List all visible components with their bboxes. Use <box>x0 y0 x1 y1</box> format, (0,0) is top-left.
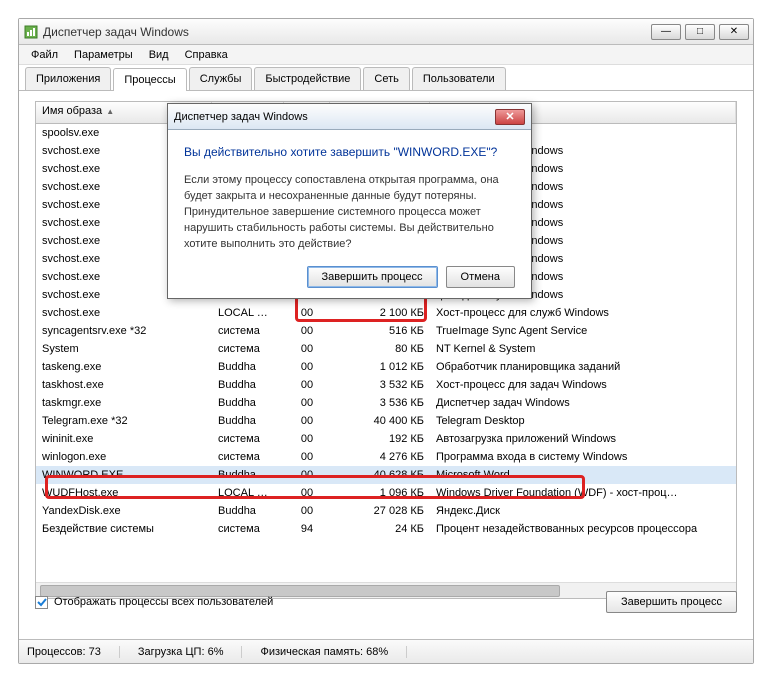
show-all-users-checkbox[interactable] <box>35 596 48 609</box>
tab-services[interactable]: Службы <box>189 67 253 90</box>
table-row[interactable]: WINWORD.EXEBuddha0040 628 КБMicrosoft Wo… <box>36 466 736 484</box>
maximize-button[interactable]: □ <box>685 24 715 40</box>
sort-asc-icon: ▲ <box>106 107 114 116</box>
dialog-ok-button[interactable]: Завершить процесс <box>307 266 438 288</box>
menu-file[interactable]: Файл <box>23 47 66 63</box>
dialog-title: Диспетчер задач Windows <box>174 111 308 123</box>
table-row[interactable]: winlogon.exeсистема004 276 КБПрограмма в… <box>36 448 736 466</box>
table-row[interactable]: WUDFHost.exeLOCAL …001 096 КБWindows Dri… <box>36 484 736 502</box>
tab-applications[interactable]: Приложения <box>25 67 111 90</box>
tab-processes[interactable]: Процессы <box>113 68 186 91</box>
table-row[interactable]: taskhost.exeBuddha003 532 КБХост-процесс… <box>36 376 736 394</box>
dialog-body: Вы действительно хотите завершить "WINWO… <box>168 130 531 298</box>
menu-view[interactable]: Вид <box>141 47 177 63</box>
bottom-controls: Отображать процессы всех пользователей З… <box>35 589 737 615</box>
table-row[interactable]: Бездействие системысистема9424 КБПроцент… <box>36 520 736 538</box>
close-button[interactable]: ✕ <box>719 24 749 40</box>
tabstrip: Приложения Процессы Службы Быстродействи… <box>19 65 753 91</box>
tab-network[interactable]: Сеть <box>363 67 409 90</box>
menubar: Файл Параметры Вид Справка <box>19 45 753 65</box>
table-row[interactable]: syncagentsrv.exe *32система00516 КБTrueI… <box>36 322 736 340</box>
table-row[interactable]: wininit.exeсистема00192 КБАвтозагрузка п… <box>36 430 736 448</box>
show-all-users-label: Отображать процессы всех пользователей <box>54 596 273 608</box>
tab-users[interactable]: Пользователи <box>412 67 506 90</box>
status-cpu: Загрузка ЦП: 6% <box>120 646 243 658</box>
menu-help[interactable]: Справка <box>177 47 236 63</box>
status-memory: Физическая память: 68% <box>242 646 407 658</box>
dialog-buttons: Завершить процесс Отмена <box>184 266 515 288</box>
window-title: Диспетчер задач Windows <box>43 25 189 39</box>
titlebar[interactable]: Диспетчер задач Windows — □ ✕ <box>19 19 753 45</box>
app-icon <box>23 24 39 40</box>
table-row[interactable]: taskmgr.exeBuddha003 536 КБДиспетчер зад… <box>36 394 736 412</box>
minimize-button[interactable]: — <box>651 24 681 40</box>
table-row[interactable]: taskeng.exeBuddha001 012 КБОбработчик пл… <box>36 358 736 376</box>
status-processes: Процессов: 73 <box>27 646 120 658</box>
confirm-dialog: Диспетчер задач Windows ✕ Вы действитель… <box>167 103 532 299</box>
dialog-titlebar[interactable]: Диспетчер задач Windows ✕ <box>168 104 531 130</box>
table-row[interactable]: YandexDisk.exeBuddha0027 028 КБЯндекс.Ди… <box>36 502 736 520</box>
dialog-close-button[interactable]: ✕ <box>495 109 525 125</box>
dialog-body-text: Если этому процессу сопоставлена открыта… <box>184 173 515 253</box>
menu-options[interactable]: Параметры <box>66 47 141 63</box>
end-process-button[interactable]: Завершить процесс <box>606 591 737 613</box>
tab-performance[interactable]: Быстродействие <box>254 67 361 90</box>
table-row[interactable]: Systemсистема0080 КБNT Kernel & System <box>36 340 736 358</box>
dialog-cancel-button[interactable]: Отмена <box>446 266 515 288</box>
table-row[interactable]: Telegram.exe *32Buddha0040 400 КБTelegra… <box>36 412 736 430</box>
table-row[interactable]: svchost.exeLOCAL …002 100 КБХост-процесс… <box>36 304 736 322</box>
statusbar: Процессов: 73 Загрузка ЦП: 6% Физическая… <box>19 639 753 663</box>
dialog-header-text: Вы действительно хотите завершить "WINWO… <box>184 144 515 161</box>
